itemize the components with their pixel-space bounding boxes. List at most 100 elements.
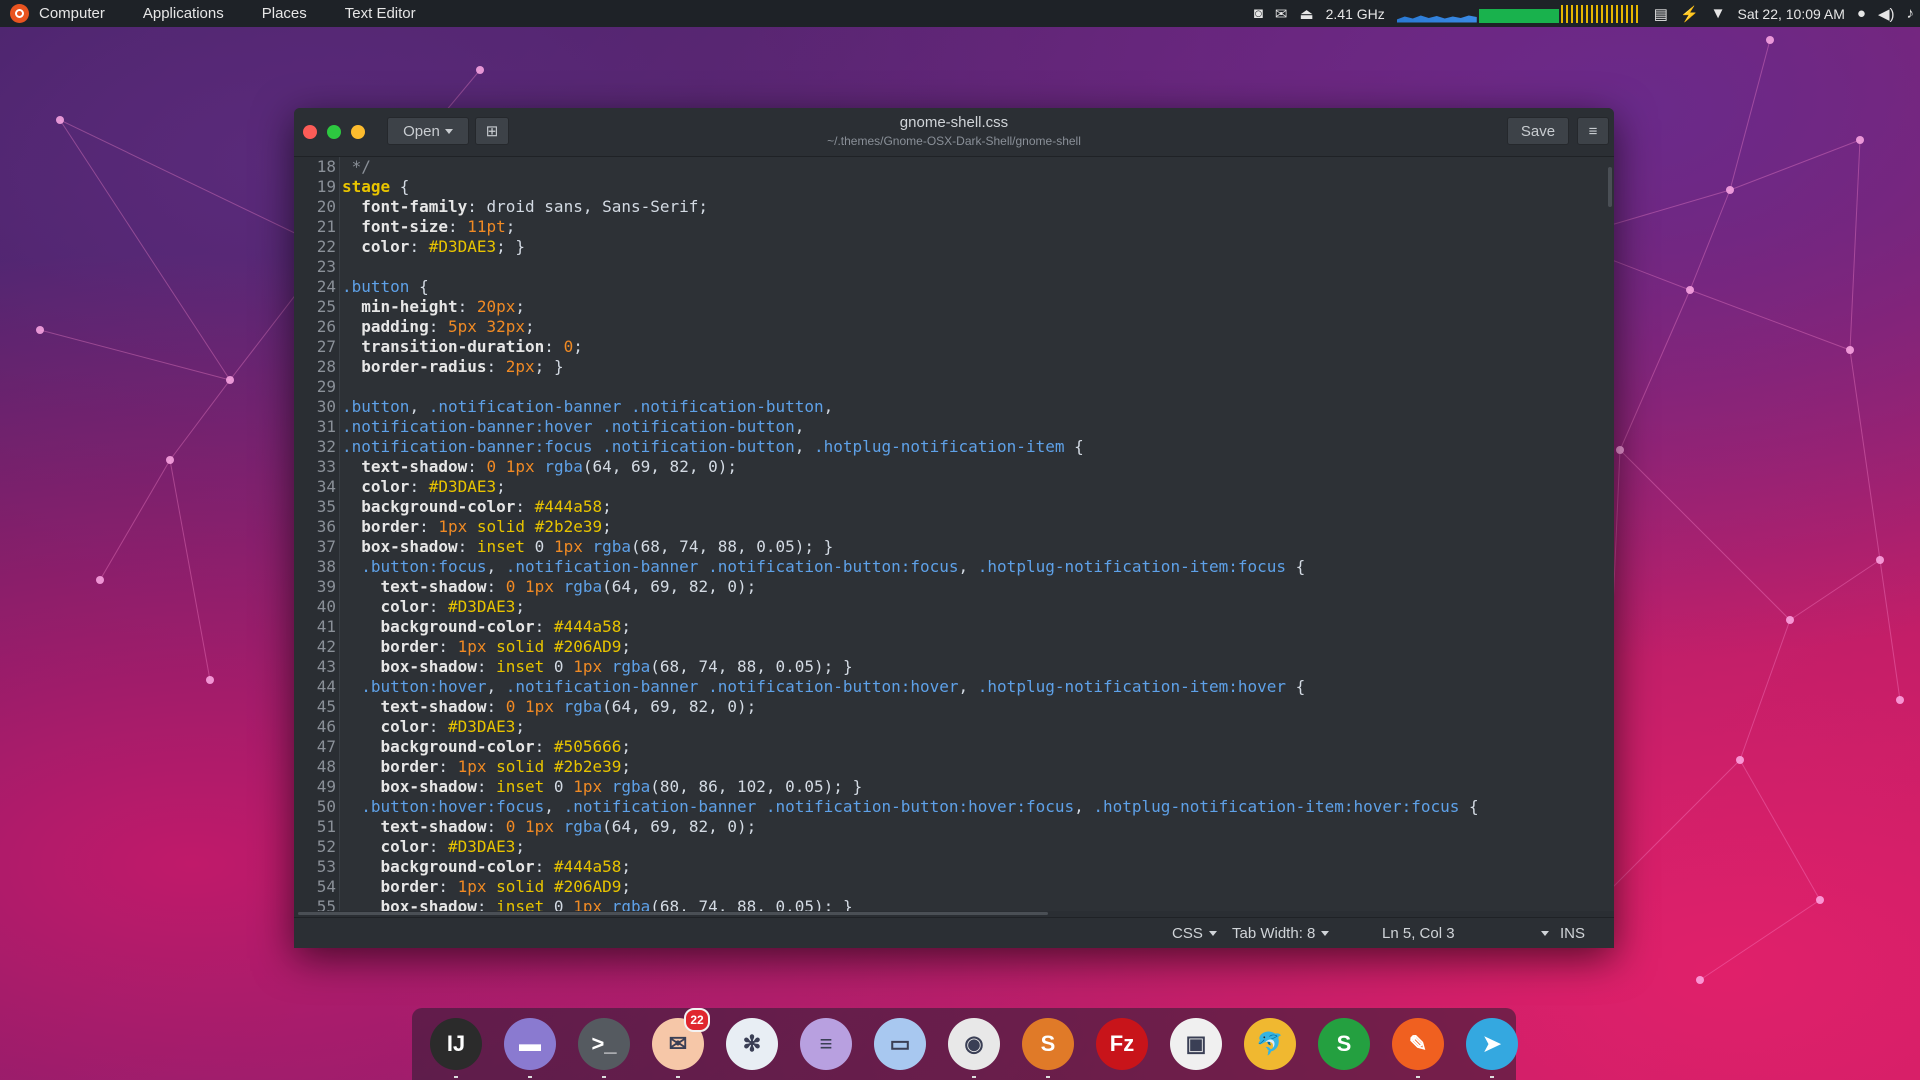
code-token: 0 xyxy=(505,697,516,716)
mail-tray-icon[interactable]: ✉ xyxy=(1275,5,1288,23)
cursor-position-selector[interactable]: Ln 5, Col 3 xyxy=(1382,925,1549,942)
wifi-icon[interactable]: ▼ xyxy=(1711,5,1726,22)
remote-desktop-icon[interactable]: ▣ xyxy=(1170,1018,1222,1070)
code-line[interactable]: 38 .button:focus, .notification-banner .… xyxy=(294,557,1599,577)
code-line[interactable]: 42 border: 1px solid #206AD9; xyxy=(294,637,1599,657)
intellij-icon[interactable]: IJ xyxy=(430,1018,482,1078)
sublime-icon[interactable]: S xyxy=(1022,1018,1074,1078)
files-icon[interactable]: ▬ xyxy=(504,1018,556,1078)
code-line[interactable]: 44 .button:hover, .notification-banner .… xyxy=(294,677,1599,697)
notification-bell-icon[interactable]: ♪ xyxy=(1907,5,1915,22)
dock-glyph: S xyxy=(1336,1031,1352,1056)
running-indicator xyxy=(1416,1076,1420,1078)
code-token: : xyxy=(467,457,487,476)
system-monitor-graph[interactable] xyxy=(1396,4,1642,23)
power-icon[interactable]: ⚡ xyxy=(1680,5,1699,23)
clipboard-icon[interactable]: ▤ xyxy=(1654,5,1668,23)
wallpaper-line xyxy=(1849,139,1861,351)
chat-app-icon[interactable]: ▭ xyxy=(874,1018,926,1070)
ubuntu-logo-icon[interactable] xyxy=(10,4,29,23)
settings-icon[interactable]: ✻ xyxy=(726,1018,778,1070)
postman-icon[interactable]: ✎ xyxy=(1392,1018,1444,1078)
code-line[interactable]: 43 box-shadow: inset 0 1px rgba(68, 74, … xyxy=(294,657,1599,677)
code-token: font-family xyxy=(361,197,468,216)
insert-mode[interactable]: INS xyxy=(1560,925,1585,942)
code-line[interactable]: 47 background-color: #505666; xyxy=(294,737,1599,757)
telegram-icon[interactable]: ➤ xyxy=(1466,1018,1518,1078)
code-line[interactable]: 37 box-shadow: inset 0 1px rgba(68, 74, … xyxy=(294,537,1599,557)
code-line[interactable]: 51 text-shadow: 0 1px rgba(64, 69, 82, 0… xyxy=(294,817,1599,837)
document-viewer-icon[interactable]: ≡ xyxy=(800,1018,852,1070)
code-line[interactable]: 25 min-height: 20px; xyxy=(294,297,1599,317)
code-line[interactable]: 18 */ xyxy=(294,157,1599,177)
vertical-scrollbar[interactable] xyxy=(1608,167,1612,207)
code-line[interactable]: 54 border: 1px solid #206AD9; xyxy=(294,877,1599,897)
code-line[interactable]: 29 xyxy=(294,377,1599,397)
code-line[interactable]: 36 border: 1px solid #2b2e39; xyxy=(294,517,1599,537)
code-line[interactable]: 28 border-radius: 2px; } xyxy=(294,357,1599,377)
code-line[interactable]: 20 font-family: droid sans, Sans-Serif; xyxy=(294,197,1599,217)
titlebar[interactable]: Open ⊞ gnome-shell.css ~/.themes/Gnome-O… xyxy=(294,108,1614,157)
hamburger-menu-button[interactable]: ≡ xyxy=(1577,117,1609,145)
volume-icon[interactable]: ◀) xyxy=(1878,5,1895,23)
code-line[interactable]: 41 background-color: #444a58; xyxy=(294,617,1599,637)
chrome-icon[interactable]: ◉ xyxy=(948,1018,1000,1078)
eject-icon[interactable]: ⏏ xyxy=(1299,5,1313,23)
wallpaper-node xyxy=(56,116,64,124)
user-icon[interactable]: ● xyxy=(1857,5,1866,22)
line-number: 33 xyxy=(316,457,336,476)
line-number: 25 xyxy=(316,297,336,316)
mail-icon[interactable]: ✉ 22 xyxy=(652,1008,710,1078)
code-line[interactable]: 45 text-shadow: 0 1px rgba(64, 69, 82, 0… xyxy=(294,697,1599,717)
menu-applications[interactable]: Applications xyxy=(143,5,224,22)
code-line[interactable]: 32 .notification-banner:focus .notificati… xyxy=(294,437,1599,457)
menu-places[interactable]: Places xyxy=(262,5,307,22)
save-button[interactable]: Save xyxy=(1507,117,1569,145)
code-token: #D3DAE3 xyxy=(447,837,516,856)
code-line[interactable]: 19 stage { xyxy=(294,177,1599,197)
code-token: , xyxy=(794,437,815,456)
code-token: : xyxy=(486,577,506,596)
code-line[interactable]: 27 transition-duration: 0; xyxy=(294,337,1599,357)
wallpaper-node xyxy=(1686,286,1694,294)
code-line[interactable]: 24 .button { xyxy=(294,277,1599,297)
clock[interactable]: Sat 22, 10:09 AM xyxy=(1738,6,1845,22)
code-line[interactable]: 40 color: #D3DAE3; xyxy=(294,597,1599,617)
code-token: #D3DAE3 xyxy=(447,597,516,616)
code-line[interactable]: 53 background-color: #444a58; xyxy=(294,857,1599,877)
language-selector[interactable]: CSS xyxy=(1172,925,1217,942)
terminal-icon[interactable]: >_ xyxy=(578,1018,630,1078)
code-editor[interactable]: 18 */19 stage {20 font-family: droid sans… xyxy=(294,157,1614,917)
code-token: background-color xyxy=(380,617,535,636)
code-line[interactable]: 50 .button:hover:focus, .notification-ba… xyxy=(294,797,1599,817)
code-line[interactable]: 39 text-shadow: 0 1px rgba(64, 69, 82, 0… xyxy=(294,577,1599,597)
sql-workbench-icon[interactable]: 🐬 xyxy=(1244,1018,1296,1070)
line-number: 53 xyxy=(316,857,336,876)
spreadsheet-icon[interactable]: S xyxy=(1318,1018,1370,1070)
code-token: : xyxy=(476,777,497,796)
code-token: box-shadow xyxy=(361,537,458,556)
code-line[interactable]: 35 background-color: #444a58; xyxy=(294,497,1599,517)
screenshot-icon[interactable]: ◙ xyxy=(1254,5,1263,22)
code-line[interactable]: 23 xyxy=(294,257,1599,277)
code-line[interactable]: 48 border: 1px solid #2b2e39; xyxy=(294,757,1599,777)
code-line[interactable]: 22 color: #D3DAE3; } xyxy=(294,237,1599,257)
menu-text-editor[interactable]: Text Editor xyxy=(345,5,416,22)
menu-computer[interactable]: Computer xyxy=(39,5,105,22)
code-line[interactable]: 49 box-shadow: inset 0 1px rgba(80, 86, … xyxy=(294,777,1599,797)
code-line[interactable]: 26 padding: 5px 32px; xyxy=(294,317,1599,337)
filezilla-icon[interactable]: Fz xyxy=(1096,1018,1148,1070)
code-line[interactable]: 31 .notification-banner:hover .notificati… xyxy=(294,417,1599,437)
code-area[interactable]: 18 */19 stage {20 font-family: droid sans… xyxy=(294,157,1599,917)
code-token: solid xyxy=(496,877,545,896)
code-line[interactable]: 33 text-shadow: 0 1px rgba(64, 69, 82, 0… xyxy=(294,457,1599,477)
code-line[interactable]: 46 color: #D3DAE3; xyxy=(294,717,1599,737)
code-line[interactable]: 30 .button, .notification-banner .notific… xyxy=(294,397,1599,417)
tab-width-selector[interactable]: Tab Width: 8 xyxy=(1232,925,1330,942)
code-line[interactable]: 52 color: #D3DAE3; xyxy=(294,837,1599,857)
code-token: : xyxy=(457,297,477,316)
code-token: : xyxy=(438,637,458,656)
code-line[interactable]: 34 color: #D3DAE3; xyxy=(294,477,1599,497)
code-line[interactable]: 21 font-size: 11pt; xyxy=(294,217,1599,237)
